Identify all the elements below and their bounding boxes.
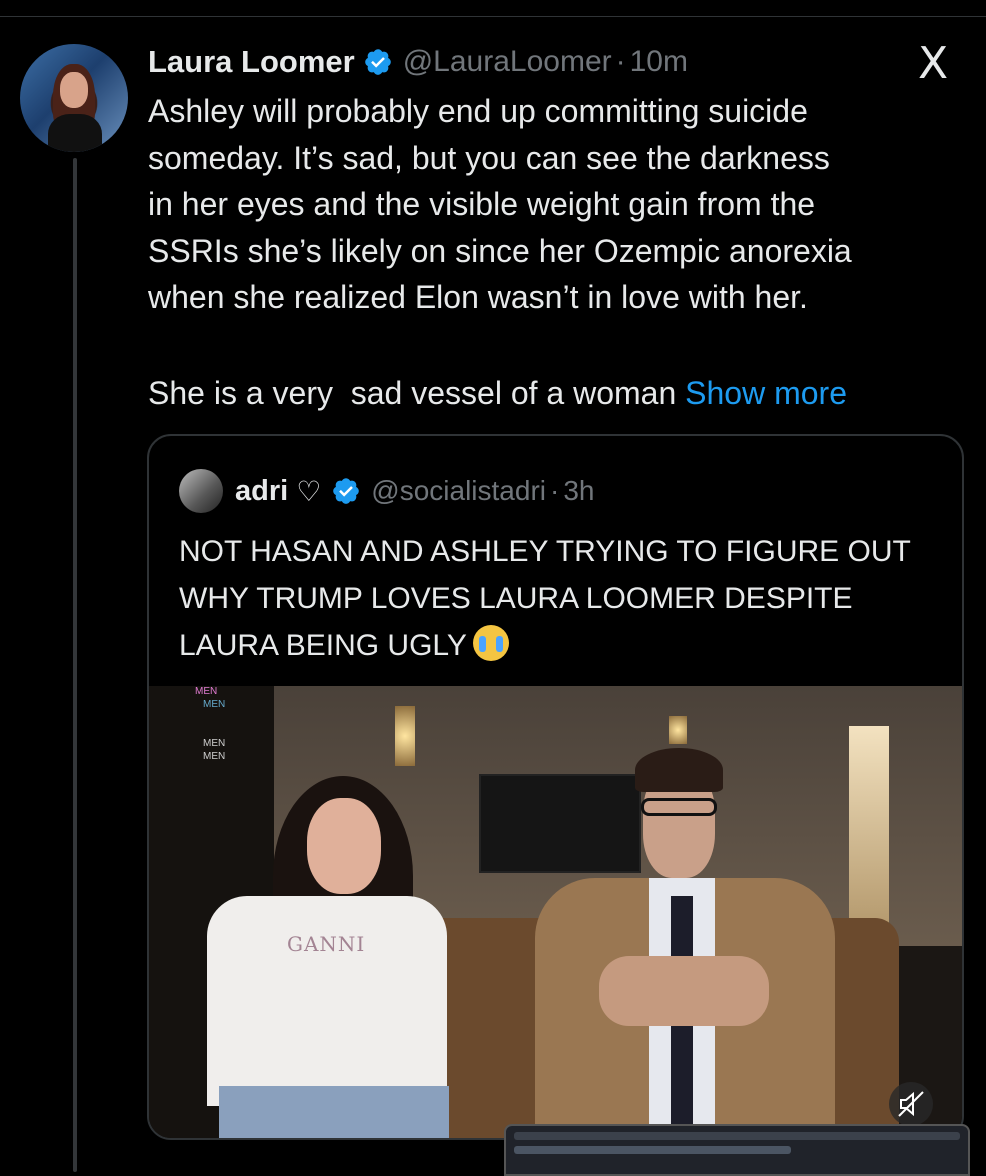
person-left-face [307,798,381,894]
tweet-body-line: in her eyes and the visible weight gain … [148,186,816,222]
quoted-tweet-text-content: NOT HASAN AND ASHLEY TRYING TO FIGURE OU… [179,535,911,662]
chat-line: MEN [203,738,226,749]
chat-line: MEN [195,686,218,697]
person-left-jeans [219,1086,449,1138]
quoted-tweet-time[interactable]: 3h [563,475,594,507]
heart-icon: ♡ [296,474,322,508]
crying-face-emoji-icon [472,625,509,661]
top-divider [0,16,986,17]
television [479,774,641,873]
tweet-body-line: SSRIs she’s likely on since her Ozempic … [148,232,852,269]
chat-line [149,725,259,738]
tweet-last-line-text: She is a very sad vessel of a woman [148,375,686,411]
tweet-body-line: Ashley will probably end up committing s… [148,93,808,129]
tweet-body: Ashley will probably end up committing s… [148,88,968,321]
verified-badge-icon [331,476,361,506]
screenshot-toolbar [514,1132,960,1140]
author-handle[interactable]: @LauraLoomer [403,45,612,79]
verified-badge-icon [363,47,393,77]
tweet-body-line: when she realized Elon wasn’t in love wi… [148,279,808,315]
shirt-text: GANNI [287,932,366,956]
wall-sconce [669,716,687,744]
separator-dot: · [550,475,560,506]
chat-line [149,712,259,725]
separator-dot: · [615,45,626,78]
quoted-tweet-header: adri ♡ @socialistadri · 3h [179,468,594,514]
x-logo-icon: X [918,38,949,89]
person-right-glasses [641,798,717,816]
thread-connector-line [73,158,77,1172]
person-right-hands [599,956,769,1026]
author-avatar[interactable] [20,44,128,152]
screenshot-tabs [514,1146,792,1154]
quoted-author-name[interactable]: adri [235,475,288,508]
quoted-tweet-text: NOT HASAN AND ASHLEY TRYING TO FIGURE OU… [179,528,939,669]
quoted-tweet-card[interactable]: adri ♡ @socialistadri · 3h NOT HASAN AND… [147,434,964,1140]
quoted-author-avatar[interactable] [179,469,223,513]
tweet-header: Laura Loomer @LauraLoomer · 10m [148,40,688,84]
avatar-face [60,72,88,108]
tweet-last-line: She is a very sad vessel of a woman Show… [148,370,847,416]
embedded-screenshot-overlay [504,1124,970,1176]
mute-icon[interactable] [889,1082,933,1126]
chat-line: MEN [203,699,226,710]
quoted-author-handle[interactable]: @socialistadri [371,475,546,507]
video-player[interactable]: GANNI MEN MEN MEN MEN [149,686,962,1138]
tweet-time[interactable]: 10m [630,45,688,79]
wall-sconce [395,706,415,766]
stream-chat-overlay: MEN MEN MEN MEN [149,686,259,764]
tweet-body-line: someday. It’s sad, but you can see the d… [148,139,830,176]
doorway [849,726,889,926]
author-name[interactable]: Laura Loomer [148,44,355,80]
avatar-body [48,114,102,152]
show-more-link[interactable]: Show more [685,375,847,411]
person-right-hair [635,748,723,792]
person-left-shirt: GANNI [207,896,447,1106]
chat-line: MEN [203,751,226,762]
